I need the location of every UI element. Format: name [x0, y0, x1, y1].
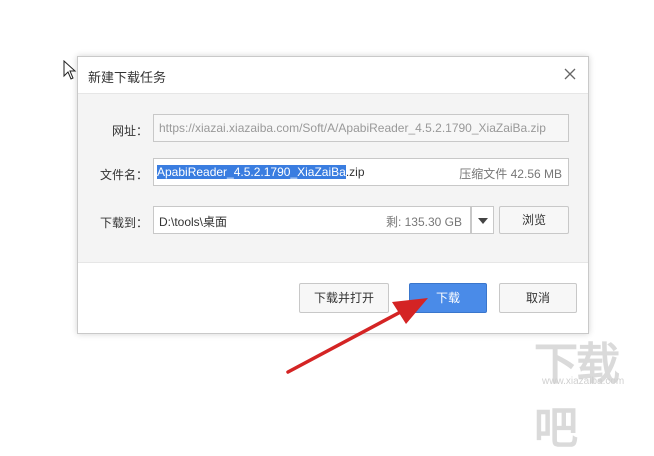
url-label: 网址：	[111, 124, 148, 138]
red-arrow-icon	[286, 298, 428, 374]
filename-selected-text: ApabiReader_4.5.2.1790_XiaZaiBa	[157, 165, 346, 179]
url-value: https://xiazai.xiazaiba.com/Soft/A/Apabi…	[159, 121, 546, 135]
filename-extension: .zip	[345, 165, 365, 179]
path-dropdown-button[interactable]	[471, 206, 494, 234]
download-path-value: D:\tools\桌面	[159, 215, 228, 229]
mouse-cursor-icon	[63, 60, 77, 80]
watermark-url: www.xiazaiba.com	[542, 376, 625, 387]
download-to-label: 下载到：	[99, 216, 148, 230]
filename-label: 文件名：	[99, 168, 148, 182]
close-icon[interactable]	[562, 66, 578, 82]
free-space-text: 剩: 135.30 GB	[385, 215, 462, 229]
download-path-field[interactable]: D:\tools\桌面 剩: 135.30 GB	[153, 206, 471, 234]
dialog-titlebar: 新建下载任务	[78, 57, 588, 93]
chevron-down-icon	[478, 218, 488, 224]
site-watermark: 下载吧 www.xiazaiba.com	[514, 328, 650, 454]
filename-field[interactable]: ApabiReader_4.5.2.1790_XiaZaiBa.zip 压缩文件…	[153, 158, 569, 186]
watermark-text: 下载吧	[534, 339, 620, 454]
file-info: 压缩文件 42.56 MB	[459, 167, 562, 181]
dialog-title: 新建下载任务	[88, 70, 167, 85]
cancel-button[interactable]: 取消	[499, 283, 577, 313]
browse-button[interactable]: 浏览	[499, 206, 569, 234]
dialog-form: 网址： https://xiazai.xiazaiba.com/Soft/A/A…	[78, 93, 588, 263]
url-field[interactable]: https://xiazai.xiazaiba.com/Soft/A/Apabi…	[153, 114, 569, 142]
